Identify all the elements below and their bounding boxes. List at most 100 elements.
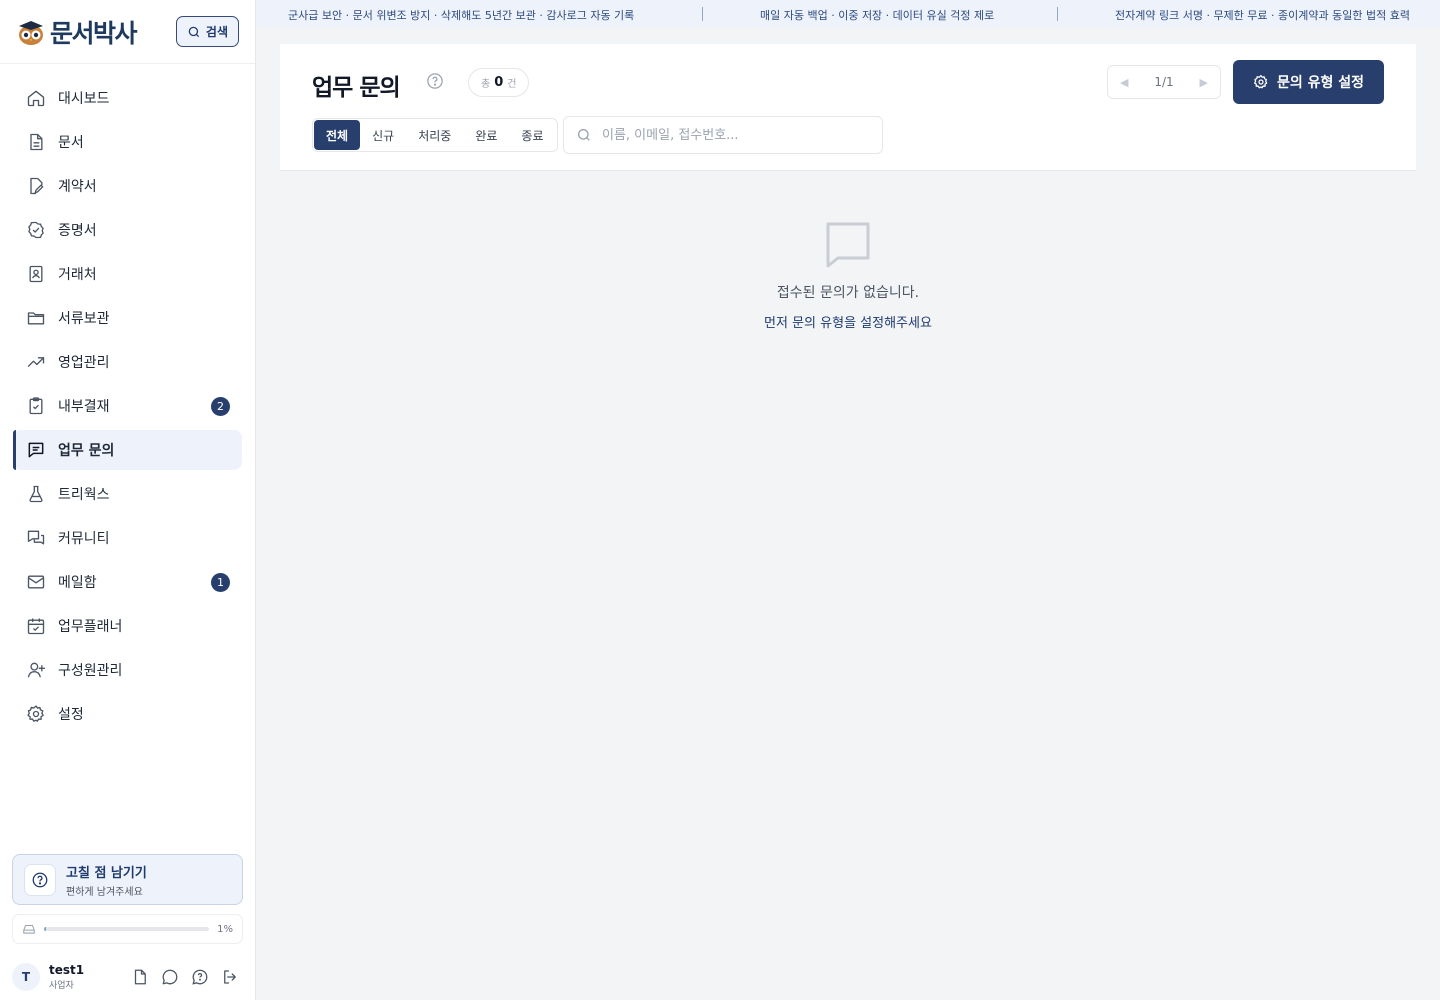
storage-usage: 1% xyxy=(12,914,243,944)
sidebar-item-archive[interactable]: 서류보관 xyxy=(13,298,242,338)
clipboard-check-icon xyxy=(29,397,43,415)
feedback-text: 고칠 점 남기기 편하게 남겨주세요 xyxy=(66,862,147,898)
sidebar-item-community[interactable]: 커뮤니티 xyxy=(13,518,242,558)
banner-item-esign: 전자계약 링크 서명 · 무제한 무료 · 종이계약과 동일한 법적 효력 xyxy=(1115,9,1410,22)
sidebar-item-label: 문서 xyxy=(58,135,84,151)
search-icon xyxy=(578,129,590,141)
logout-icon[interactable] xyxy=(221,968,239,986)
global-search-label: 검색 xyxy=(205,25,228,39)
gear-icon xyxy=(1254,75,1268,89)
page-title: 업무 문의 xyxy=(312,75,401,101)
sidebar-item-mailbox[interactable]: 메일함 1 xyxy=(13,562,242,602)
sidebar-item-triworks[interactable]: 트리웍스 xyxy=(13,474,242,514)
sidebar-item-label: 서류보관 xyxy=(58,311,110,327)
trending-up-icon xyxy=(27,357,45,367)
count-prefix: 총 xyxy=(481,79,491,90)
brand-bar: 문서박사 검색 xyxy=(0,0,255,64)
sidebar-item-contracts[interactable]: 계약서 xyxy=(13,166,242,206)
inquiry-type-settings-label: 문의 유형 설정 xyxy=(1276,75,1365,91)
sidebar-item-approvals[interactable]: 내부결재 2 xyxy=(13,386,242,426)
next-page-icon[interactable]: ▶ xyxy=(1200,76,1208,89)
user-name: test1 xyxy=(49,963,85,977)
sidebar-item-label: 거래처 xyxy=(58,267,97,283)
global-search-button[interactable]: 검색 xyxy=(175,16,239,47)
sidebar-item-documents[interactable]: 문서 xyxy=(13,122,242,162)
user-actions xyxy=(131,968,239,986)
feedback-title: 고칠 점 남기기 xyxy=(66,865,147,881)
empty-state-title: 접수된 문의가 없습니다. xyxy=(776,285,920,301)
sidebar-item-label: 업무 문의 xyxy=(58,443,115,459)
empty-state: 접수된 문의가 없습니다. 먼저 문의 유형을 설정해주세요 xyxy=(280,220,1416,331)
help-chat-icon[interactable] xyxy=(191,968,209,986)
user-profile: T test1 사업자 xyxy=(12,960,243,994)
certificate-check-icon xyxy=(28,221,44,239)
sidebar-nav: 대시보드 문서 계약서 증명서 거래처 서류보관 영업관리 내부결재 2 업무 … xyxy=(0,64,255,734)
sidebar-item-label: 대시보드 xyxy=(58,91,110,107)
tab-new[interactable]: 신규 xyxy=(360,120,406,150)
sidebar-item-label: 트리웍스 xyxy=(58,487,110,503)
sidebar-item-label: 메일함 xyxy=(58,575,97,591)
file-icon[interactable] xyxy=(131,968,149,986)
drive-icon xyxy=(23,924,35,934)
sidebar-item-members[interactable]: 구성원관리 xyxy=(13,650,242,690)
flask-icon xyxy=(29,485,43,503)
storage-percent: 1% xyxy=(217,923,233,935)
sidebar-item-label: 커뮤니티 xyxy=(58,531,110,547)
sidebar-item-settings[interactable]: 설정 xyxy=(13,694,242,734)
tab-all[interactable]: 전체 xyxy=(314,120,361,150)
sidebar-item-label: 계약서 xyxy=(58,179,97,195)
sidebar-item-label: 설정 xyxy=(58,707,84,723)
sidebar-item-label: 내부결재 xyxy=(58,399,110,415)
feedback-subtitle: 편하게 남겨주세요 xyxy=(66,886,143,898)
sidebar-item-label: 구성원관리 xyxy=(58,663,123,679)
chat-icon[interactable] xyxy=(161,968,179,986)
app-logo[interactable]: 문서박사 xyxy=(16,14,138,50)
user-role: 사업자 xyxy=(49,981,74,991)
page-indicator: 1/1 xyxy=(1154,75,1174,89)
search-icon xyxy=(188,26,200,37)
user-plus-icon xyxy=(27,662,45,678)
feedback-card[interactable]: 고칠 점 남기기 편하게 남겨주세요 xyxy=(12,854,243,905)
contact-card-icon xyxy=(29,265,43,283)
tab-closed[interactable]: 종료 xyxy=(509,120,555,150)
sidebar-item-inquiries[interactable]: 업무 문의 xyxy=(13,430,242,470)
sidebar-item-dashboard[interactable]: 대시보드 xyxy=(13,78,242,118)
sidebar-item-clients[interactable]: 거래처 xyxy=(13,254,242,294)
count-value: 0 xyxy=(494,75,504,90)
home-icon xyxy=(27,90,45,107)
sidebar-item-planner[interactable]: 업무플래너 xyxy=(13,606,242,646)
pagination: ◀ 1/1 ▶ xyxy=(1107,65,1221,99)
storage-progress-bar xyxy=(44,927,210,931)
question-chat-icon xyxy=(32,872,48,887)
inquiry-header-panel: 업무 문의 총 0 건 ◀ 1/1 ▶ 문의 유형 설정 전체 신규 처리중 완… xyxy=(280,44,1416,171)
owl-mascot-icon xyxy=(19,20,43,45)
banner-item-backup: 매일 자동 백업 · 이중 저장 · 데이터 유실 걱정 제로 xyxy=(760,9,995,22)
user-info: test1 사업자 xyxy=(49,963,84,991)
sidebar-item-certificates[interactable]: 증명서 xyxy=(13,210,242,250)
total-count-pill: 총 0 건 xyxy=(468,68,530,97)
message-square-icon xyxy=(28,442,44,458)
tab-in-progress[interactable]: 처리중 xyxy=(406,120,463,150)
inquiry-type-settings-button[interactable]: 문의 유형 설정 xyxy=(1233,60,1384,104)
mailbox-count-badge: 1 xyxy=(211,573,230,592)
sidebar: 문서박사 검색 대시보드 문서 계약서 증명서 거래처 서류보관 영업관리 내부… xyxy=(0,0,256,1000)
banner-divider xyxy=(702,7,703,21)
app-logo-text: 문서박사 xyxy=(50,18,138,48)
prev-page-icon[interactable]: ◀ xyxy=(1120,76,1128,89)
sidebar-item-sales[interactable]: 영업관리 xyxy=(13,342,242,382)
help-circle-icon[interactable] xyxy=(426,72,444,90)
storage-progress-fill xyxy=(44,927,46,931)
calendar-check-icon xyxy=(27,618,45,635)
status-filter-tabs: 전체 신규 처리중 완료 종료 xyxy=(312,118,558,152)
contract-edit-icon xyxy=(30,177,44,195)
banner-item-security: 군사급 보안 · 문서 위변조 방지 · 삭제해도 5년간 보관 · 감사로그 … xyxy=(288,9,635,22)
tab-done[interactable]: 완료 xyxy=(463,120,509,150)
message-square-icon xyxy=(826,222,870,268)
mail-icon xyxy=(27,575,45,589)
feedback-icon-box xyxy=(24,863,56,896)
document-icon xyxy=(30,133,43,151)
empty-state-link[interactable]: 먼저 문의 유형을 설정해주세요 xyxy=(280,312,1416,331)
approvals-count-badge: 2 xyxy=(211,397,230,416)
search-input[interactable] xyxy=(602,127,862,143)
avatar[interactable]: T xyxy=(12,963,40,991)
